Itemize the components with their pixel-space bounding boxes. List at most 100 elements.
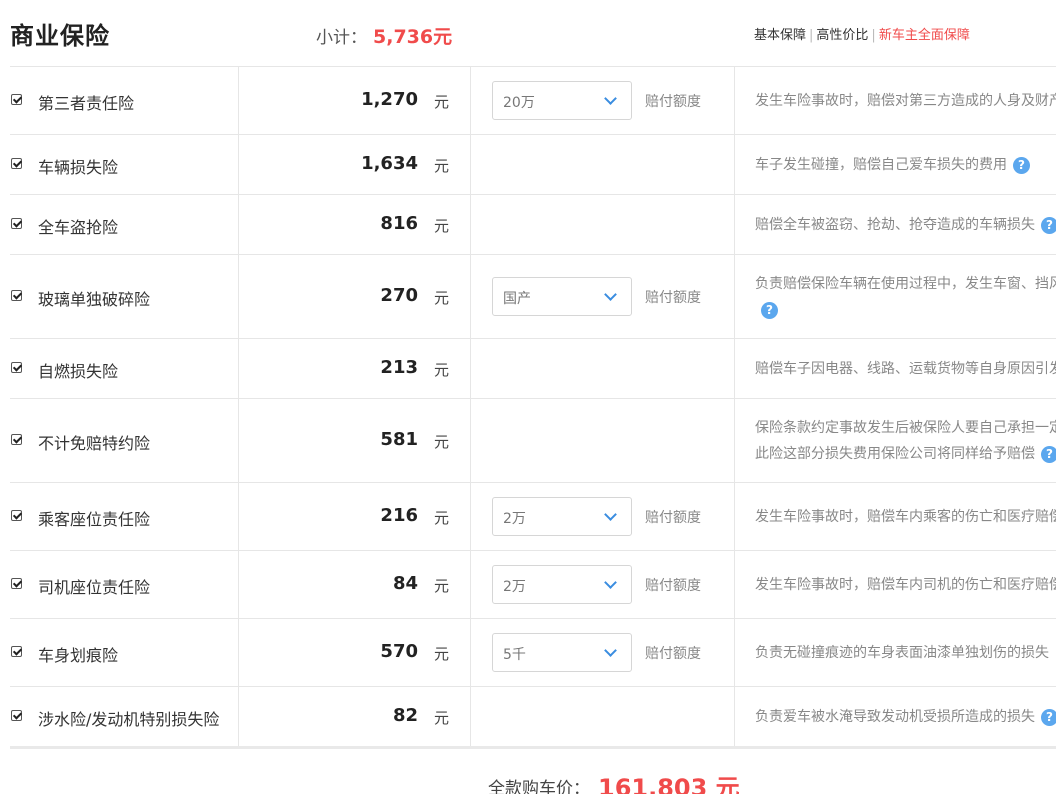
premium-value: 570 — [380, 641, 418, 662]
help-icon[interactable]: ? — [1041, 216, 1056, 234]
coverage-name: 全车盗抢险 — [38, 218, 119, 237]
currency-unit: 元 — [434, 577, 450, 595]
coverage-name: 自燃损失险 — [38, 362, 119, 381]
premium-value: 216 — [380, 505, 418, 526]
coverage-name: 不计免赔特约险 — [38, 434, 151, 453]
price-cell: 816 元 — [239, 195, 471, 254]
checkbox[interactable] — [11, 510, 22, 521]
divider — [10, 746, 1056, 749]
premium-value: 581 — [380, 429, 418, 450]
insurance-row: 自燃损失险 213 元 赔偿车子因电器、线路、运载货物等自身原因引发 — [10, 339, 1056, 399]
description-cell: 负责赔偿保险车辆在使用过程中，发生车窗、挡风? — [735, 255, 1056, 338]
checkbox[interactable] — [11, 94, 22, 105]
name-cell: 车身划痕险 — [10, 619, 239, 686]
checkbox[interactable] — [11, 158, 22, 169]
currency-unit: 元 — [434, 645, 450, 663]
coverage-description: 发生车险事故时，赔偿车内司机的伤亡和医疗赔偿 — [755, 572, 1056, 598]
price-cell: 1,270 元 — [239, 67, 471, 134]
description-line: 负责无碰撞痕迹的车身表面油漆单独划伤的损失 — [755, 645, 1049, 661]
description-line: 赔偿车子因电器、线路、运载货物等自身原因引发 — [755, 361, 1056, 377]
option-cell — [471, 687, 735, 746]
coverage-amount-select[interactable]: 国产 — [492, 277, 632, 316]
help-icon[interactable]: ? — [761, 301, 778, 319]
checkbox[interactable] — [11, 218, 22, 229]
coverage-name: 司机座位责任险 — [38, 578, 151, 597]
help-icon[interactable]: ? — [1041, 445, 1056, 463]
description-cell: 赔偿车子因电器、线路、运载货物等自身原因引发 — [735, 339, 1056, 398]
subtotal-label: 小计： — [316, 28, 367, 48]
premium-value: 270 — [380, 285, 418, 306]
description-cell: 发生车险事故时，赔偿对第三方造成的人身及财产 — [735, 67, 1056, 134]
description-cell: 发生车险事故时，赔偿车内乘客的伤亡和医疗赔偿 — [735, 483, 1056, 550]
coverage-description: 发生车险事故时，赔偿对第三方造成的人身及财产 — [755, 88, 1056, 114]
insurance-row: 车身划痕险 570 元 5千 赔付额度 负责无碰撞痕迹的车身表面油漆单独划伤的损失 — [10, 619, 1056, 687]
checkbox[interactable] — [11, 710, 22, 721]
select-label: 赔付额度 — [645, 94, 701, 110]
insurance-row: 全车盗抢险 816 元 赔偿全车被盗窃、抢劫、抢夺造成的车辆损失? — [10, 195, 1056, 255]
description-line: 发生车险事故时，赔偿车内司机的伤亡和医疗赔偿 — [755, 577, 1056, 593]
select-value: 2万 — [503, 579, 526, 595]
chevron-down-icon — [604, 92, 617, 105]
insurance-row: 车辆损失险 1,634 元 车子发生碰撞，赔偿自己爱车损失的费用? — [10, 135, 1056, 195]
premium-value: 1,270 — [361, 89, 418, 110]
description-line: 负责爱车被水淹导致发动机受损所造成的损失? — [755, 704, 1056, 730]
select-value: 5千 — [503, 647, 526, 663]
help-icon[interactable]: ? — [1041, 708, 1056, 726]
coverage-name: 乘客座位责任险 — [38, 510, 151, 529]
price-cell: 270 元 — [239, 255, 471, 338]
premium-value: 84 — [392, 573, 418, 594]
coverage-amount-select[interactable]: 5千 — [492, 633, 632, 672]
price-cell: 216 元 — [239, 483, 471, 550]
coverage-amount-select[interactable]: 2万 — [492, 497, 632, 536]
help-icon[interactable]: ? — [1013, 156, 1030, 174]
option-cell: 20万 赔付额度 — [471, 67, 735, 134]
coverage-description: 发生车险事故时，赔偿车内乘客的伤亡和医疗赔偿 — [755, 504, 1056, 530]
name-cell: 车辆损失险 — [10, 135, 239, 194]
insurance-table: 第三者责任险 1,270 元 20万 赔付额度 发生车险事故时，赔偿对第三方造成的人身及财… — [10, 66, 1056, 747]
description-cell: 保险条款约定事故发生后被保险人要自己承担一定 此险这部分损失费用保险公司将同样给予… — [735, 399, 1056, 482]
checkbox[interactable] — [11, 362, 22, 373]
name-cell: 司机座位责任险 — [10, 551, 239, 618]
coverage-amount-select[interactable]: 20万 — [492, 81, 632, 120]
coverage-amount-select[interactable]: 2万 — [492, 565, 632, 604]
option-cell — [471, 195, 735, 254]
currency-unit: 元 — [434, 709, 450, 727]
name-cell: 玻璃单独破碎险 — [10, 255, 239, 338]
total-price: 全款购车价： 161,803 元 — [488, 768, 740, 794]
option-cell — [471, 399, 735, 482]
plan-switcher: 基本保障 | 高性价比 | 新车主全面保障 — [754, 28, 970, 43]
plan-value-link[interactable]: 高性价比 — [816, 28, 868, 43]
currency-unit: 元 — [434, 509, 450, 527]
price-cell: 581 元 — [239, 399, 471, 482]
select-value: 2万 — [503, 511, 526, 527]
price-cell: 1,634 元 — [239, 135, 471, 194]
select-value: 国产 — [503, 291, 531, 307]
insurance-row: 玻璃单独破碎险 270 元 国产 赔付额度 负责赔偿保险车辆在使用过程中，发生车窗、挡风? — [10, 255, 1056, 339]
price-cell: 84 元 — [239, 551, 471, 618]
coverage-description: 赔偿车子因电器、线路、运载货物等自身原因引发 — [755, 356, 1056, 382]
coverage-description: 负责无碰撞痕迹的车身表面油漆单独划伤的损失 — [755, 640, 1049, 666]
insurance-row: 乘客座位责任险 216 元 2万 赔付额度 发生车险事故时，赔偿车内乘客的伤亡和医疗赔偿 — [10, 483, 1056, 551]
option-cell — [471, 135, 735, 194]
insurance-row: 司机座位责任险 84 元 2万 赔付额度 发生车险事故时，赔偿车内司机的伤亡和医疗赔偿 — [10, 551, 1056, 619]
checkbox[interactable] — [11, 290, 22, 301]
name-cell: 不计免赔特约险 — [10, 399, 239, 482]
select-value: 20万 — [503, 95, 535, 111]
checkbox[interactable] — [11, 646, 22, 657]
chevron-down-icon — [604, 576, 617, 589]
name-cell: 涉水险/发动机特别损失险 — [10, 687, 239, 746]
subtotal: 小计： 5,736元 — [316, 22, 452, 49]
price-cell: 570 元 — [239, 619, 471, 686]
name-cell: 乘客座位责任险 — [10, 483, 239, 550]
plan-basic-link[interactable]: 基本保障 — [754, 28, 806, 43]
section-title: 商业保险 — [10, 22, 110, 50]
checkbox[interactable] — [11, 578, 22, 589]
option-cell: 2万 赔付额度 — [471, 483, 735, 550]
description-line: 车子发生碰撞，赔偿自己爱车损失的费用? — [755, 152, 1030, 178]
currency-unit: 元 — [434, 289, 450, 307]
currency-unit: 元 — [434, 217, 450, 235]
premium-value: 82 — [392, 705, 418, 726]
checkbox[interactable] — [11, 434, 22, 445]
plan-full-link[interactable]: 新车主全面保障 — [879, 28, 970, 43]
insurance-row: 不计免赔特约险 581 元 保险条款约定事故发生后被保险人要自己承担一定 此险这部分损失… — [10, 399, 1056, 483]
